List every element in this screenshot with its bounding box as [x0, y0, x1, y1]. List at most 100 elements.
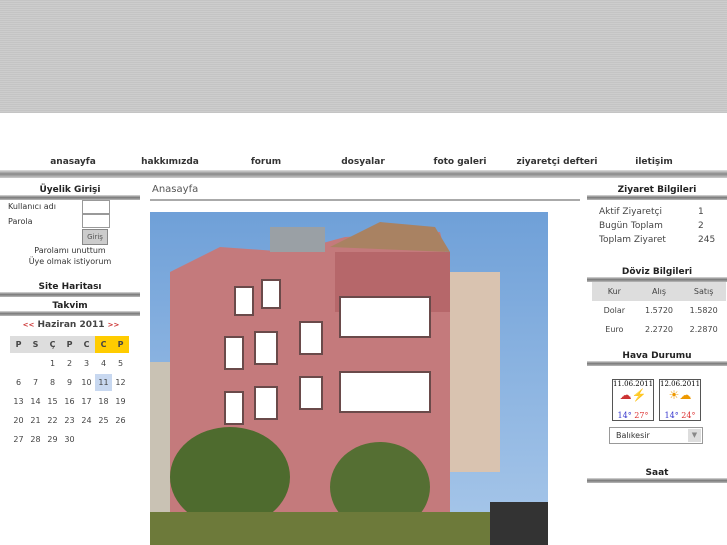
calendar-title: Takvim [0, 300, 140, 316]
weather-title: Hava Durumu [587, 350, 727, 366]
calendar-day[interactable]: 7 [27, 374, 44, 391]
weekday-header: C [95, 336, 112, 353]
username-input[interactable] [82, 200, 110, 214]
calendar-grid: P S Ç P C C P 1 2 3 4 5 6 7 8 9 10 11 12 13 14 15 16 17 18 19 20 21… [10, 336, 132, 448]
visits-title: Ziyaret Bilgileri [587, 184, 727, 200]
visit-value: 1 [698, 207, 704, 217]
calendar-day[interactable]: 9 [61, 374, 78, 391]
temp-low: 14° [617, 411, 632, 420]
calendar-day[interactable]: 16 [61, 393, 78, 410]
visit-label: Toplam Ziyaret [599, 235, 666, 245]
prev-month-button[interactable]: << [23, 321, 35, 329]
chevron-down-icon[interactable]: ▼ [688, 429, 701, 442]
sitemap-title[interactable]: Site Haritası [0, 281, 140, 297]
currency-name: Dolar [603, 306, 626, 315]
calendar-day[interactable]: 15 [44, 393, 61, 410]
buy-rate: 1.5720 [645, 306, 673, 315]
nav-forum[interactable]: forum [251, 157, 281, 167]
nav-iletisim[interactable]: iletişim [635, 157, 672, 167]
username-label: Kullanıcı adı [8, 202, 56, 211]
currency-title: Döviz Bilgileri [587, 266, 727, 282]
calendar-day[interactable]: 30 [61, 431, 78, 448]
nav-anasayfa[interactable]: anasayfa [50, 157, 96, 167]
weekday-header: P [112, 336, 129, 353]
password-input[interactable] [82, 214, 110, 228]
next-month-button[interactable]: >> [108, 321, 120, 329]
col-header: Alış [651, 287, 667, 296]
header-banner [0, 0, 727, 113]
calendar-day[interactable]: 21 [27, 412, 44, 429]
calendar-day[interactable]: 13 [10, 393, 27, 410]
nav-foto-galeri[interactable]: foto galeri [434, 157, 487, 167]
city-value: Balıkesir [616, 431, 650, 440]
visit-value: 245 [698, 235, 716, 245]
password-label: Parola [8, 217, 33, 226]
city-select[interactable]: Balıkesir ▼ [609, 427, 703, 444]
calendar-day[interactable]: 2 [61, 355, 78, 372]
visit-value: 2 [698, 221, 704, 231]
nav-ziyaretci-defteri[interactable]: ziyaretçi defteri [516, 157, 597, 167]
calendar-month: Haziran 2011 [37, 320, 105, 330]
calendar-day[interactable]: 4 [95, 355, 112, 372]
currency-name: Euro [605, 325, 624, 334]
visit-label: Bugün Toplam [599, 221, 663, 231]
calendar-day[interactable]: 1 [44, 355, 61, 372]
calendar-day[interactable]: 22 [44, 412, 61, 429]
title-divider [150, 199, 580, 201]
calendar-day[interactable]: 11 [95, 374, 112, 391]
calendar-day[interactable]: 26 [112, 412, 129, 429]
calendar-day[interactable]: 17 [78, 393, 95, 410]
calendar: << Haziran 2011 >> P S Ç P C C P 1 2 3 4 5 6 7 8 9 10 11 1… [10, 320, 132, 448]
currency-header-row: Kur Alış Satış [592, 282, 726, 301]
calendar-day[interactable]: 24 [78, 412, 95, 429]
currency-row: Dolar 1.5720 1.5820 [592, 301, 726, 320]
currency-table: Kur Alış Satış Dolar 1.5720 1.5820 Euro 2.272… [592, 282, 726, 339]
calendar-day[interactable]: 25 [95, 412, 112, 429]
calendar-day[interactable]: 3 [78, 355, 95, 372]
weekday-header: C [78, 336, 95, 353]
weekday-header: Ç [44, 336, 61, 353]
calendar-day[interactable]: 19 [112, 393, 129, 410]
clock-title: Saat [587, 467, 727, 483]
page-title: Anasayfa [152, 184, 199, 195]
calendar-day[interactable]: 8 [44, 374, 61, 391]
calendar-day[interactable]: 23 [61, 412, 78, 429]
login-button[interactable]: Giriş [82, 229, 108, 245]
calendar-day[interactable]: 27 [10, 431, 27, 448]
calendar-day[interactable]: 10 [78, 374, 95, 391]
col-header: Kur [607, 287, 621, 296]
calendar-day[interactable]: 5 [112, 355, 129, 372]
temp-high: 24° [681, 411, 696, 420]
calendar-day[interactable]: 6 [10, 374, 27, 391]
calendar-day[interactable]: 20 [10, 412, 27, 429]
nav-dosyalar[interactable]: dosyalar [341, 157, 385, 167]
calendar-day[interactable]: 12 [112, 374, 129, 391]
calendar-empty [27, 355, 44, 372]
weather-day: 12.06.2011 ☀☁ 14° 24° [659, 379, 701, 421]
login-title: Üyelik Girişi [0, 184, 140, 200]
calendar-empty [10, 355, 27, 372]
temp-high: 27° [634, 411, 649, 420]
nav-hakkimizda[interactable]: hakkımızda [141, 157, 199, 167]
weekday-header: P [61, 336, 78, 353]
buy-rate: 2.2720 [645, 325, 673, 334]
temp-low: 14° [664, 411, 679, 420]
forgot-password-link[interactable]: Parolamı unuttum [0, 246, 140, 255]
weather-date: 12.06.2011 [660, 380, 701, 388]
storm-cloud-icon: ☁⚡ [619, 388, 647, 402]
sell-rate: 2.2870 [689, 325, 718, 334]
sun-rain-cloud-icon: ☀☁ [668, 388, 692, 402]
calendar-day[interactable]: 29 [44, 431, 61, 448]
currency-row: Euro 2.2720 2.2870 [592, 320, 726, 339]
col-header: Satış [693, 287, 714, 296]
weather-date: 11.06.2011 [613, 380, 654, 388]
weekday-header: P [10, 336, 27, 353]
calendar-day[interactable]: 28 [27, 431, 44, 448]
weekday-header: S [27, 336, 44, 353]
building-photo [150, 212, 548, 545]
calendar-day[interactable]: 14 [27, 393, 44, 410]
register-link[interactable]: Üye olmak istiyorum [0, 257, 140, 266]
nav-divider [0, 170, 727, 178]
calendar-day[interactable]: 18 [95, 393, 112, 410]
weather-day: 11.06.2011 ☁⚡ 14° 27° [612, 379, 654, 421]
